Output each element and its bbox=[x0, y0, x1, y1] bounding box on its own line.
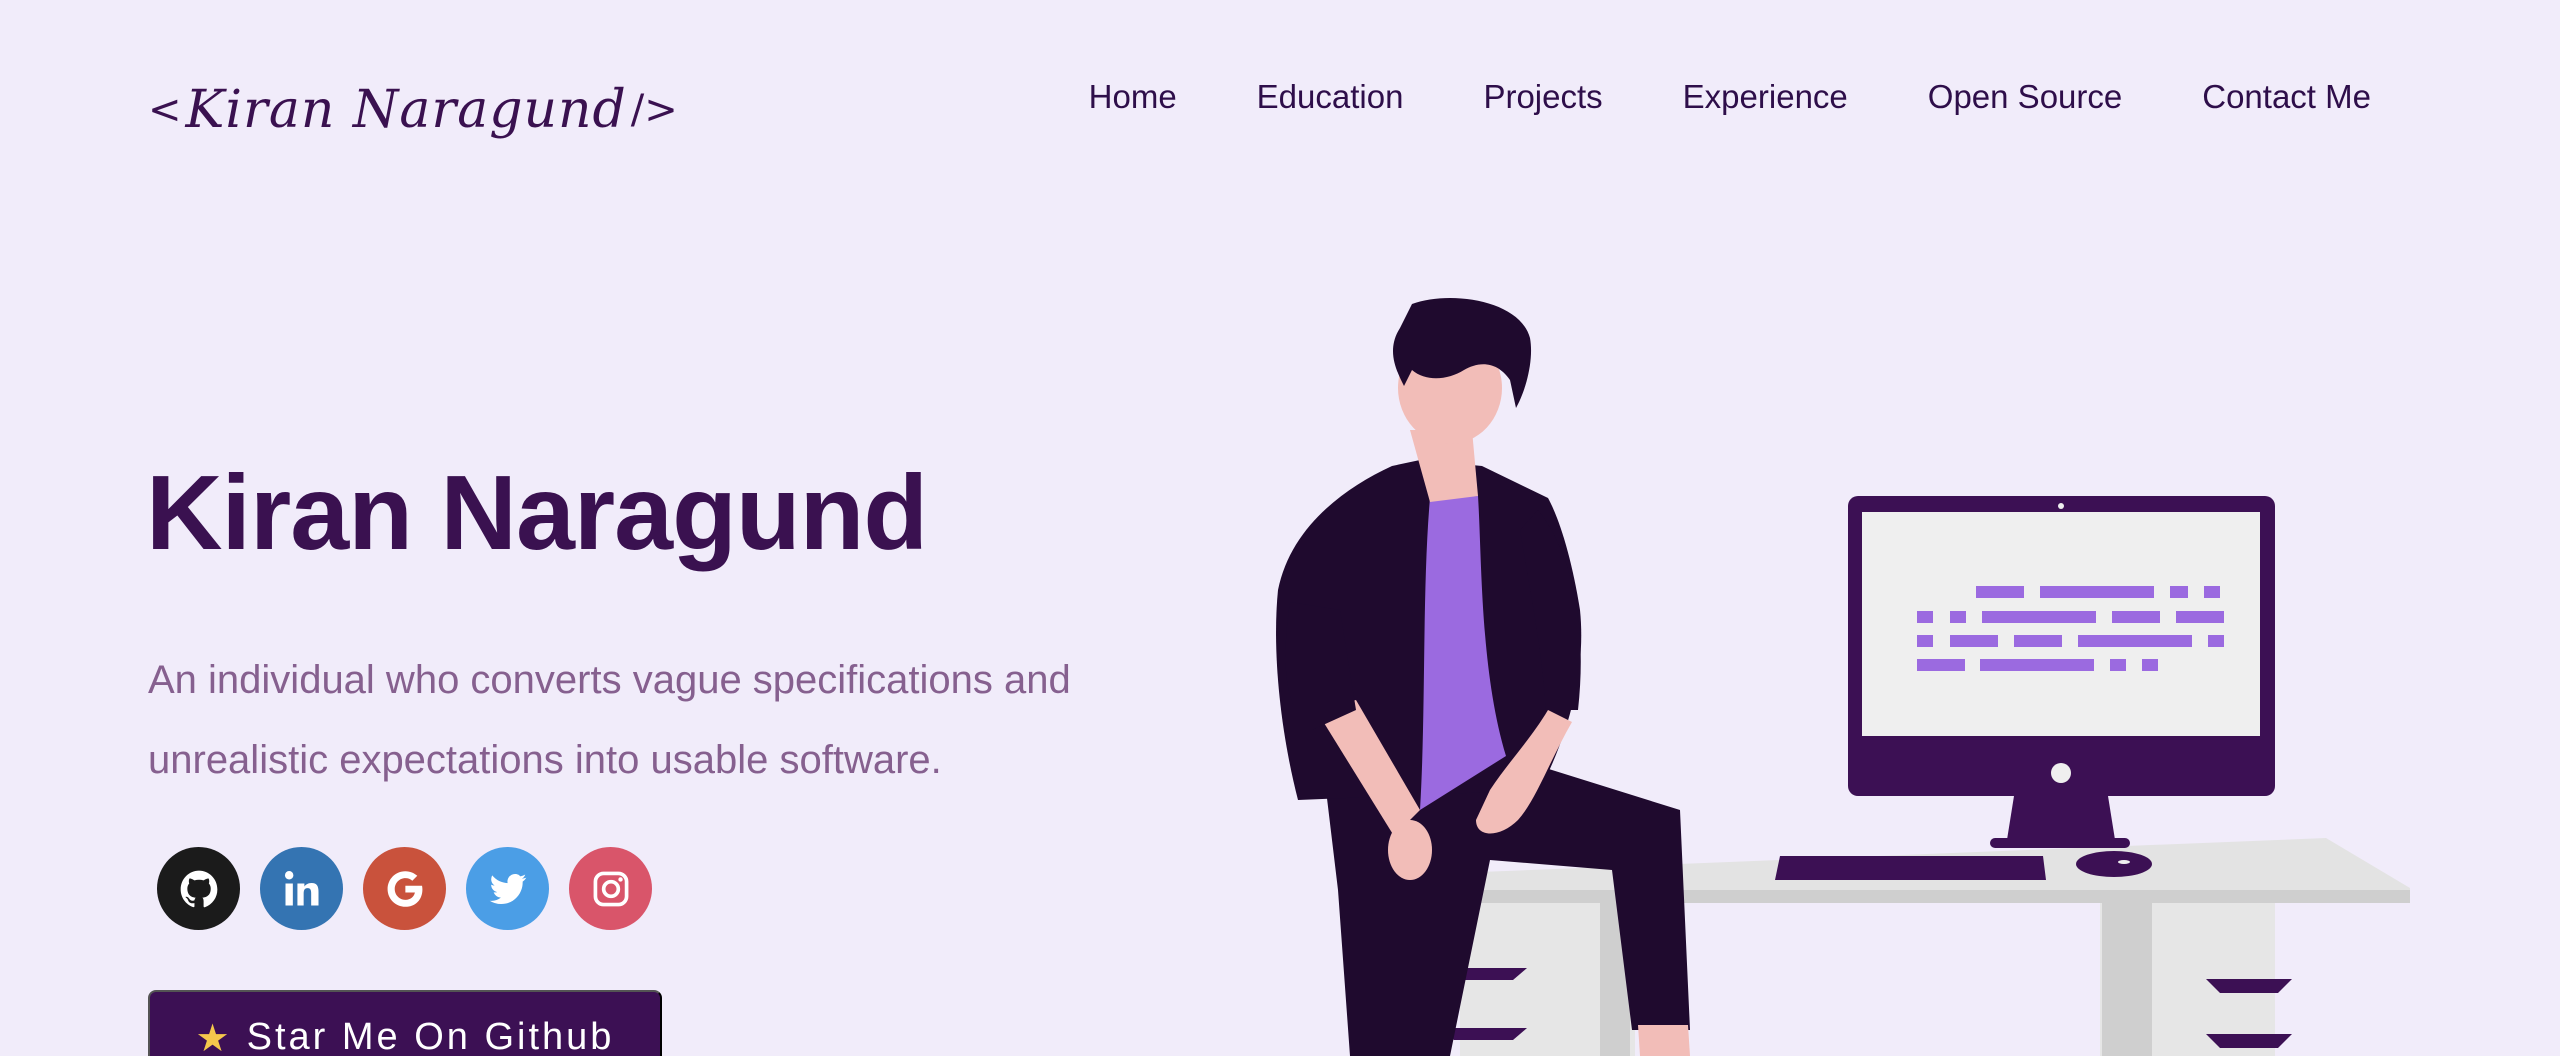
developer-illustration bbox=[1276, 297, 2410, 1056]
google-icon bbox=[387, 870, 422, 907]
nav-open-source[interactable]: Open Source bbox=[1888, 72, 2162, 122]
hero-subtitle: An individual who converts vague specifi… bbox=[148, 658, 1071, 782]
instagram-link[interactable] bbox=[569, 847, 652, 930]
logo-open-bracket: < bbox=[148, 87, 182, 133]
github-icon bbox=[180, 870, 217, 907]
star-button-label: Star Me On Github bbox=[246, 1016, 615, 1056]
nav-home[interactable]: Home bbox=[1049, 72, 1217, 122]
site-header: < Kiran Naragund /> Home Education Proje… bbox=[0, 0, 2560, 200]
main-nav: Home Education Projects Experience Open … bbox=[1049, 72, 2371, 122]
github-link[interactable] bbox=[157, 847, 240, 930]
hero-title: Kiran Naragund bbox=[146, 454, 928, 572]
star-icon: ★ bbox=[195, 1018, 233, 1056]
star-on-github-button[interactable]: ★ Star Me On Github bbox=[148, 990, 662, 1056]
logo[interactable]: < Kiran Naragund /> bbox=[148, 60, 678, 160]
instagram-icon bbox=[593, 871, 628, 906]
keyboard bbox=[1775, 856, 2046, 880]
logo-close-bracket: /> bbox=[630, 87, 678, 133]
nav-education[interactable]: Education bbox=[1217, 72, 1444, 122]
nav-contact-me[interactable]: Contact Me bbox=[2162, 72, 2371, 122]
linkedin-icon bbox=[284, 870, 318, 905]
google-link[interactable] bbox=[363, 847, 446, 930]
monitor bbox=[1848, 496, 2275, 848]
social-links bbox=[157, 847, 652, 930]
linkedin-link[interactable] bbox=[260, 847, 343, 930]
twitter-link[interactable] bbox=[466, 847, 549, 930]
drawer-handle bbox=[2206, 979, 2292, 993]
drawer-handle bbox=[2206, 1034, 2292, 1048]
nav-experience[interactable]: Experience bbox=[1643, 72, 1888, 122]
nav-projects[interactable]: Projects bbox=[1443, 72, 1642, 122]
twitter-icon bbox=[489, 873, 526, 904]
mouse bbox=[2076, 851, 2152, 877]
logo-signature: Kiran Naragund bbox=[185, 80, 627, 140]
